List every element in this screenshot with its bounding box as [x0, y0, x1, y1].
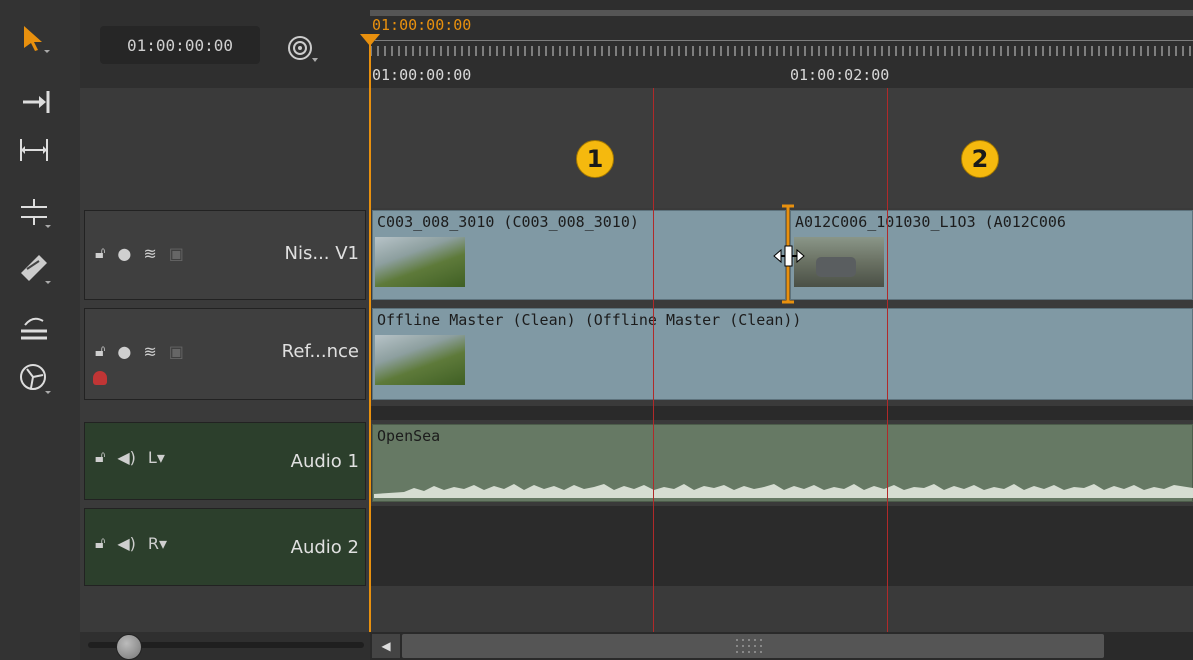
- channel-selector[interactable]: L▾: [148, 448, 165, 467]
- clip-label: Offline Master (Clean) (Offline Master (…: [377, 311, 802, 329]
- clip-label: A012C006_101030_L1O3 (A012C006: [795, 213, 1066, 231]
- blend-icon[interactable]: ▣: [169, 244, 184, 263]
- ruler-label-start: 01:00:00:00: [372, 66, 472, 84]
- clip-thumbnail: [375, 335, 465, 385]
- multi-icon[interactable]: [284, 32, 324, 70]
- lock-icon[interactable]: 🔓︎: [95, 447, 105, 467]
- ruler-bar: [370, 10, 1193, 16]
- clip-label: C003_008_3010 (C003_008_3010): [377, 213, 639, 231]
- razor-icon[interactable]: [14, 252, 54, 284]
- playhead-handle[interactable]: [360, 34, 380, 48]
- clip-thumbnail: [375, 237, 465, 287]
- clip-label: OpenSea: [377, 427, 441, 445]
- lock-icon[interactable]: 🔓︎: [95, 341, 105, 361]
- zoom-slider-handle[interactable]: [116, 634, 142, 660]
- sync-icon[interactable]: [14, 362, 54, 394]
- layers-icon[interactable]: ≋: [143, 244, 156, 263]
- marker-line-2: [887, 88, 888, 632]
- lock-icon[interactable]: 🔓︎: [95, 533, 105, 553]
- speaker-icon[interactable]: ◀): [117, 448, 136, 467]
- track-divider: [370, 406, 1193, 420]
- channel-selector[interactable]: R▾: [148, 534, 167, 553]
- eye-icon[interactable]: ●: [117, 342, 131, 361]
- ripple-icon[interactable]: [14, 86, 54, 118]
- marker-badge-2[interactable]: 2: [961, 140, 999, 178]
- track-header-audio1[interactable]: 🔓︎ ◀) L▾ Audio 1: [84, 422, 366, 500]
- clip-a012[interactable]: A012C006_101030_L1O3 (A012C006: [790, 210, 1193, 300]
- audio2-lane: [370, 506, 1193, 586]
- track-name: Nis... V1: [284, 243, 360, 264]
- empty-lane: [370, 586, 1193, 632]
- track-name: Audio 1: [290, 451, 359, 472]
- scroll-left-icon[interactable]: ◀: [372, 634, 400, 658]
- ruler-label-2s: 01:00:02:00: [790, 66, 890, 84]
- marker-badge-1[interactable]: 1: [576, 140, 614, 178]
- track-header-reference[interactable]: 🔓︎ ● ≋ ▣ Ref...nce: [84, 308, 366, 400]
- eye-icon[interactable]: ●: [117, 244, 131, 263]
- timecode-display[interactable]: 01:00:00:00: [100, 26, 260, 64]
- grip-icon: [736, 639, 762, 653]
- blend-icon[interactable]: ▣: [169, 342, 184, 361]
- ruler-ticks: [370, 40, 1193, 56]
- lock-icon[interactable]: 🔓︎: [95, 243, 105, 263]
- tool-bar: [0, 0, 80, 660]
- tag-icon[interactable]: [93, 371, 107, 385]
- audio-waveform: [374, 484, 1193, 498]
- marker-lane: [370, 88, 1193, 208]
- slide-icon[interactable]: [14, 196, 54, 228]
- playhead-timecode: 01:00:00:00: [372, 16, 472, 34]
- layers-icon[interactable]: ≋: [143, 342, 156, 361]
- clip-c003[interactable]: C003_008_3010 (C003_008_3010): [372, 210, 786, 300]
- track-name: Ref...nce: [281, 341, 359, 362]
- speaker-icon[interactable]: ◀): [117, 534, 136, 553]
- track-name: Audio 2: [290, 537, 359, 558]
- track-header-v1[interactable]: 🔓︎ ● ≋ ▣ Nis... V1: [84, 210, 366, 300]
- clip-offline-master[interactable]: Offline Master (Clean) (Offline Master (…: [372, 308, 1193, 400]
- edit-trim-handle[interactable]: [772, 204, 812, 304]
- slip-icon[interactable]: [14, 134, 54, 166]
- select-arrow-icon[interactable]: [14, 22, 54, 54]
- scrollbar-thumb[interactable]: [402, 634, 1104, 658]
- track-header-audio2[interactable]: 🔓︎ ◀) R▾ Audio 2: [84, 508, 366, 586]
- marker-line-1: [653, 88, 654, 632]
- retime-icon[interactable]: [14, 312, 54, 344]
- playhead-line[interactable]: [369, 38, 371, 632]
